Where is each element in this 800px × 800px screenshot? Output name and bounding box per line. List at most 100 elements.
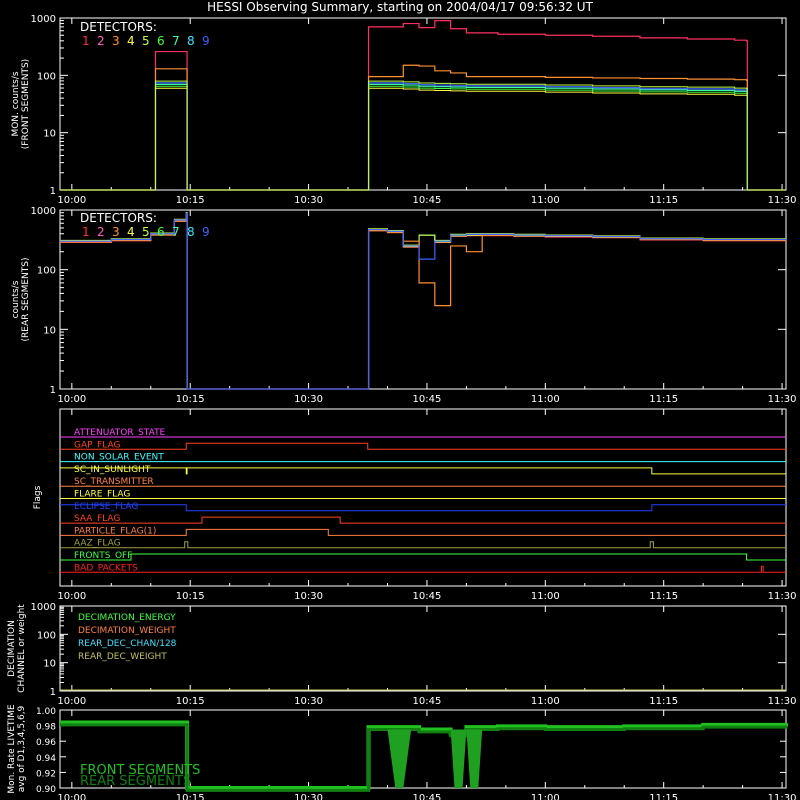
x-tick-label: 11:30: [768, 591, 797, 602]
panel-frame-1: [59, 17, 787, 191]
front-legend-detector-5: 5: [142, 34, 150, 48]
rear-y-label-line: (REAR SEGMENTS): [21, 257, 31, 341]
decim-legend-item: DECIMATION_WEIGHT: [78, 626, 176, 636]
flag-label: AAZ_FLAG: [74, 539, 121, 549]
x-tick-label: 10:15: [176, 195, 205, 206]
livetime-y-tick-label: 0.94: [36, 754, 56, 764]
x-tick-label: 10:45: [413, 793, 442, 800]
x-tick-label: 11:00: [531, 591, 560, 602]
flag-label: ATTENUATOR_STATE: [74, 428, 166, 438]
decim-y-label-line: CHANNEL or weight: [17, 604, 27, 693]
front-series-line: [60, 83, 786, 191]
flag-line-particle_flag(1): [60, 528, 786, 536]
x-tick-label: 10:45: [413, 195, 442, 206]
x-tick-label: 10:45: [413, 394, 442, 405]
decim-y-label-line: DECIMATION: [7, 620, 17, 677]
x-tick-label: 11:00: [531, 793, 560, 800]
x-tick-label: 10:15: [176, 793, 205, 800]
x-tick-label: 10:00: [57, 195, 86, 206]
livetime-y-label-line: Mon. Rate LIVETIME: [7, 704, 17, 794]
flag-line-saa_flag: [60, 516, 786, 524]
flag-label: GAP_FLAG: [74, 440, 120, 450]
panel-frame-2: [59, 209, 787, 390]
rear-y-tick-label: 10: [43, 325, 56, 336]
decim-y-tick-label: 1000: [31, 602, 56, 613]
flag-line-sc_in_sunlight: [60, 467, 786, 475]
flags-y-label-line: Flags: [33, 485, 43, 509]
livetime-y-tick-label: 0.92: [36, 769, 56, 779]
rear-y-tick-label: 100: [37, 266, 56, 277]
flag-line-eclipse_flag: [60, 504, 786, 512]
x-tick-label: 11:00: [531, 195, 560, 206]
x-tick-label: 10:15: [176, 696, 205, 707]
front-detector-line: [60, 82, 786, 191]
rear-y-tick-label: 1000: [31, 206, 56, 217]
livetime-dip: [466, 729, 483, 788]
flag-line-bad_packets: [60, 565, 786, 573]
front-detector-line: [60, 80, 786, 191]
decim-y-tick-label: 10: [43, 659, 56, 670]
x-tick-label: 10:00: [57, 591, 86, 602]
x-tick-label: 11:30: [768, 696, 797, 707]
rear-legend-detector-2: 2: [97, 225, 105, 239]
livetime-y-tick-label: 1.00: [36, 707, 56, 717]
front-legend-detector-2: 2: [97, 34, 105, 48]
rear-y-label-line: counts/s: [11, 280, 21, 318]
livetime-y-label-line: avg of D1,3,4,5,6,9: [17, 705, 27, 792]
flag-label: PARTICLE_FLAG(1): [74, 526, 156, 536]
hessi-summary-figure: 10:00 10:15 10:30 10:45 11:00 11:15 11:30 10:00…: [7, 14, 797, 800]
front-detector-line: [60, 87, 786, 191]
decim-legend-item: REAR_DEC_WEIGHT: [78, 652, 167, 662]
front-y-label: MON. counts/s (FRONT SEGMENTS): [11, 59, 31, 149]
rear-legend-detector-4: 4: [127, 225, 135, 239]
front-y-tick-label: 100: [37, 71, 56, 82]
front-detector-line: [60, 85, 786, 191]
rear-legend-detector-1: 1: [82, 225, 90, 239]
x-tick-label: 10:00: [57, 394, 86, 405]
rear-legend-detector-6: 6: [157, 225, 165, 239]
x-tick-label: 11:30: [768, 793, 797, 800]
x-tick-label: 11:30: [768, 195, 797, 206]
flags-y-label: Flags: [33, 485, 43, 509]
front-y-tick-label: 10: [43, 129, 56, 140]
decim-legend-item: DECIMATION_ENERGY: [78, 613, 176, 623]
rear-legend-detector-5: 5: [142, 225, 150, 239]
flag-line-fronts_off: [60, 553, 786, 561]
front-legend-detector-6: 6: [157, 34, 165, 48]
decim-y-label: DECIMATION CHANNEL or weight: [7, 604, 27, 693]
front-legend-detector-4: 4: [127, 34, 135, 48]
livetime-dip: [387, 729, 412, 788]
livetime-y-label: Mon. Rate LIVETIME avg of D1,3,4,5,6,9: [7, 704, 27, 794]
x-tick-label: 11:30: [768, 394, 797, 405]
livetime-dip: [450, 729, 467, 788]
x-tick-label: 11:15: [649, 394, 678, 405]
front-y-tick-label: 1: [50, 186, 56, 197]
front-series-line: [60, 20, 786, 191]
x-tick-label: 11:15: [649, 793, 678, 800]
flag-label: NON_SOLAR_EVENT: [74, 453, 164, 463]
x-tick-label: 10:00: [57, 793, 86, 800]
rear-y-label: counts/s (REAR SEGMENTS): [11, 257, 31, 341]
front-detector-line: [60, 83, 786, 191]
x-tick-label: 10:45: [413, 696, 442, 707]
x-tick-label: 10:30: [294, 696, 323, 707]
front-legend-detector-1: 1: [82, 34, 90, 48]
decim-legend-item: REAR_DEC_CHAN/128: [78, 639, 177, 649]
flag-label: BAD_PACKETS: [74, 563, 138, 573]
x-tick-label: 10:15: [176, 591, 205, 602]
front-legend-detector-3: 3: [112, 34, 120, 48]
rear-detector-line: [60, 214, 786, 390]
x-tick-label: 11:15: [649, 591, 678, 602]
flag-label: SC_IN_SUNLIGHT: [74, 465, 151, 475]
rear-legend-detector-3: 3: [112, 225, 120, 239]
livetime-y-tick-label: 0.96: [36, 738, 56, 748]
flag-line-gap_flag: [60, 442, 786, 450]
decim-y-tick-label: 100: [37, 630, 56, 641]
decim-y-tick-label: 1: [50, 687, 56, 698]
front-y-label-line: (FRONT SEGMENTS): [21, 59, 31, 149]
livetime-y-tick-label: 0.98: [36, 723, 56, 733]
x-tick-label: 11:15: [649, 696, 678, 707]
flag-label: FRONTS_OFF: [74, 551, 132, 561]
front-legend-detector-8: 8: [187, 34, 195, 48]
rear-legend-title: DETECTORS:: [80, 211, 157, 225]
